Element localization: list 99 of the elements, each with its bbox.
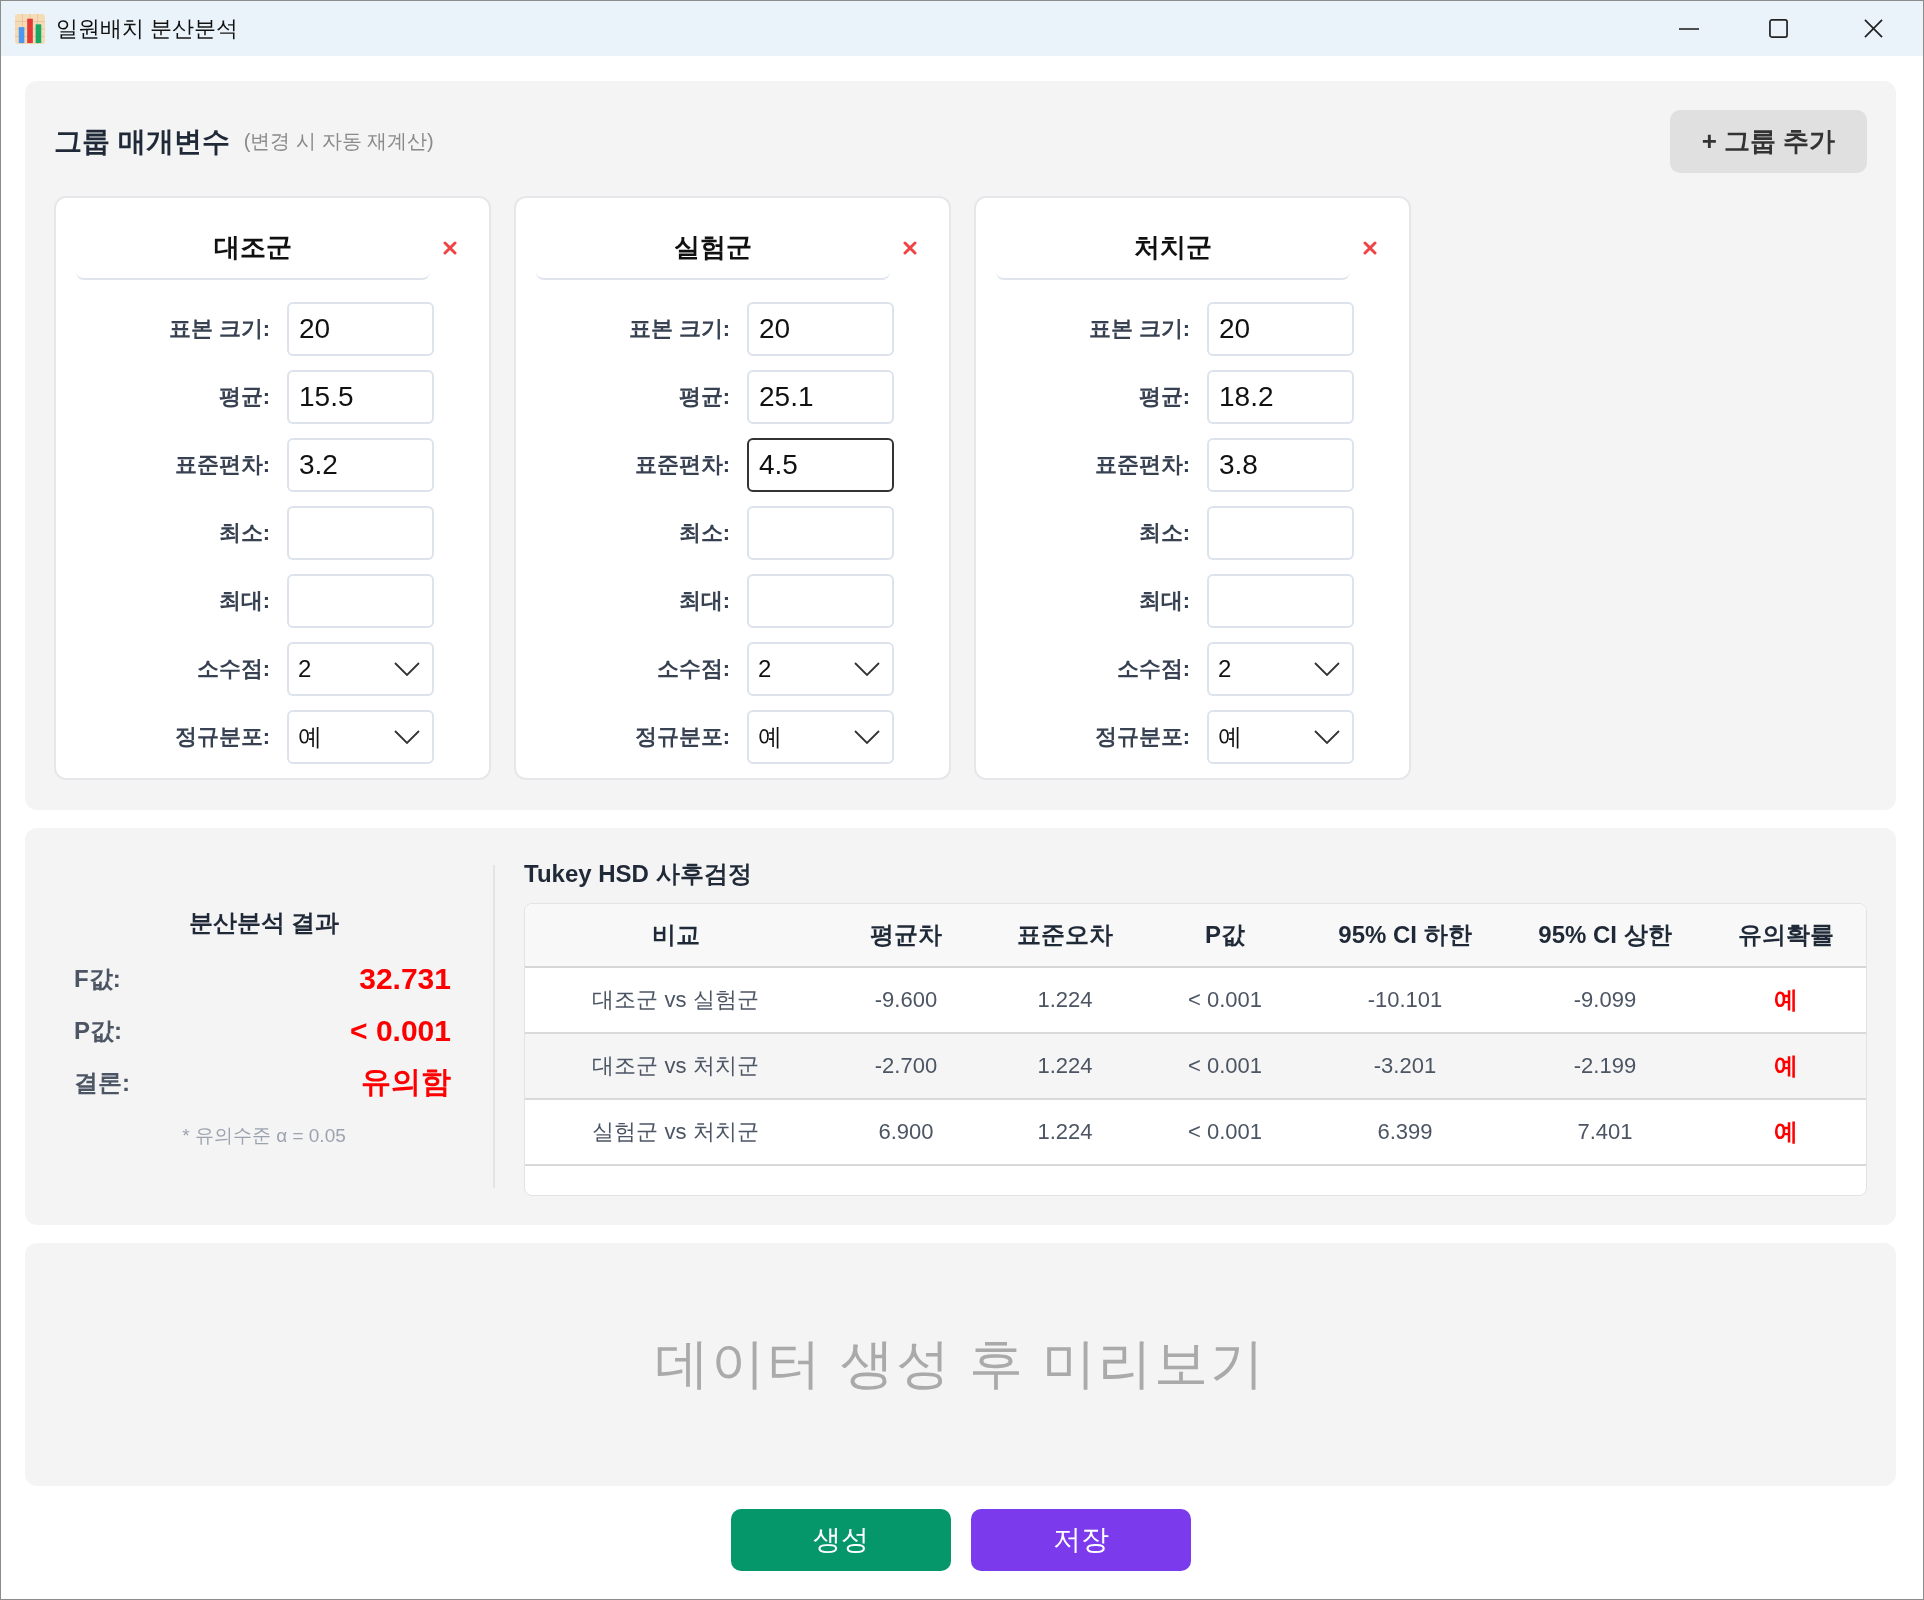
field-label: 최소: [1137,519,1190,547]
input-field[interactable] [1207,506,1354,560]
window-title: 일원배치 분산분석 [56,14,239,43]
table-cell-text: < 0.001 [1187,1052,1263,1080]
field-label: 정규분포: [173,723,270,751]
field-label: 표본 크기: [167,315,270,343]
column-header: 표준오차 [1016,920,1114,950]
chevron-down-icon [854,730,880,744]
dropdown[interactable]: 2 [287,642,434,696]
table-cell-text: < 0.001 [1187,1118,1263,1146]
table-cell-text: 예 [1773,1117,1799,1147]
field-label: 표준편차: [1093,451,1190,479]
input-field[interactable]: 3.2 [287,438,434,492]
result-value: 32.731 [359,961,451,996]
chevron-down-icon [854,662,880,676]
section-title: 그룹 매개변수 [54,124,230,159]
field-label: 최소: [217,519,270,547]
table-cell-text: -2.700 [873,1052,939,1080]
chevron-down-icon [1314,662,1340,676]
table-cell-text: 실험군 vs 처치군 [591,1118,760,1146]
input-field[interactable]: 3.8 [1207,438,1354,492]
chevron-down-icon [1314,730,1340,744]
generate-button[interactable]: 생성 [730,1509,951,1571]
add-group-button[interactable]: + 그룹 추가 [1670,110,1867,173]
result-label: P값: [74,1015,122,1046]
field-label: 정규분포: [1093,723,1190,751]
field-label: 평균: [217,383,270,411]
minimize-icon[interactable] [1679,27,1699,30]
group-name: 처치군 [996,216,1350,280]
column-header: 비교 [650,920,701,950]
dropdown[interactable]: 예 [287,710,434,764]
preview-message: 데이터 생성 후 미리보기 [655,1332,1266,1395]
field-label: 정규분포: [633,723,730,751]
column-header: P값 [1204,920,1246,950]
section-title: Tukey HSD 사후검정 [524,859,752,889]
field-label: 소수점: [1115,655,1190,683]
column-header: 유의확률 [1737,920,1835,950]
input-field[interactable] [287,506,434,560]
input-field[interactable]: 25.1 [747,370,894,424]
column-header: 95% CI 상한 [1537,920,1673,950]
table-cell-text: 7.401 [1576,1118,1634,1146]
group-name: 실험군 [536,216,890,280]
section-subtitle: (변경 시 자동 재계산) [243,129,434,154]
dropdown[interactable]: 예 [1207,710,1354,764]
close-icon[interactable] [1864,19,1883,38]
result-label: 결론: [74,1067,130,1098]
table-cell-text: 예 [1773,985,1799,1015]
bar-chart-icon [15,13,45,44]
input-field[interactable]: 20 [287,302,434,356]
dropdown[interactable]: 예 [747,710,894,764]
table-cell-text: -9.600 [873,986,939,1014]
input-field[interactable]: 4.5 [747,438,894,492]
input-field[interactable]: 20 [1207,302,1354,356]
field-label: 소수점: [195,655,270,683]
input-field[interactable] [747,506,894,560]
table-cell-text: -2.199 [1572,1052,1638,1080]
maximize-icon[interactable] [1769,19,1788,38]
input-field[interactable]: 18.2 [1207,370,1354,424]
field-label: 최대: [1137,587,1190,615]
input-field[interactable]: 15.5 [287,370,434,424]
table-cell-text: 6.399 [1376,1118,1434,1146]
table-cell-text: 대조군 vs 실험군 [591,986,760,1014]
input-field[interactable] [1207,574,1354,628]
field-label: 표본 크기: [1087,315,1190,343]
table-cell-text: 1.224 [1036,1118,1094,1146]
save-button[interactable]: 저장 [970,1509,1191,1571]
field-label: 표본 크기: [627,315,730,343]
footnote: * 유의수준 α = 0.05 [182,1123,346,1148]
group-name: 대조군 [76,216,430,280]
result-value: < 0.001 [350,1013,451,1048]
field-label: 최대: [677,587,730,615]
table-cell-text: 대조군 vs 처치군 [591,1052,760,1080]
input-field[interactable] [287,574,434,628]
result-value: 유의함 [361,1064,451,1100]
dropdown[interactable]: 2 [1207,642,1354,696]
chevron-down-icon [394,662,420,676]
field-label: 표준편차: [633,451,730,479]
table-cell-text: 1.224 [1036,986,1094,1014]
table-cell-text: 1.224 [1036,1052,1094,1080]
column-header: 95% CI 하한 [1337,920,1473,950]
table-cell-text: 예 [1773,1051,1799,1081]
table-cell-text: < 0.001 [1187,986,1263,1014]
field-label: 평균: [677,383,730,411]
field-label: 소수점: [655,655,730,683]
field-label: 최소: [677,519,730,547]
section-title: 분산분석 결과 [188,907,340,938]
dropdown[interactable]: 2 [747,642,894,696]
result-label: F값: [74,963,121,994]
table-cell-text: -9.099 [1572,986,1638,1014]
input-field[interactable] [747,574,894,628]
chevron-down-icon [394,730,420,744]
input-field[interactable]: 20 [747,302,894,356]
field-label: 표준편차: [173,451,270,479]
table-cell-text: -3.201 [1372,1052,1438,1080]
column-header: 평균차 [869,920,943,950]
field-label: 최대: [217,587,270,615]
field-label: 평균: [1137,383,1190,411]
table-cell-text: -10.101 [1366,986,1444,1014]
table-cell-text: 6.900 [877,1118,935,1146]
